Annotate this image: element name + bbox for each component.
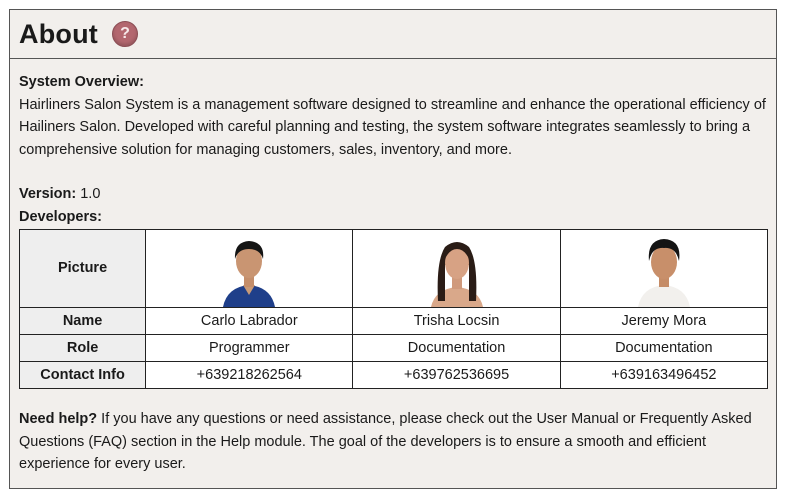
developer-contact: +639218262564 (145, 361, 354, 389)
developer-role: Documentation (559, 334, 769, 362)
picture-row-label: Picture (18, 229, 147, 308)
developer-contact: +639163496452 (559, 361, 769, 389)
contact-row-label: Contact Info (18, 361, 147, 389)
developer-name: Jeremy Mora (559, 307, 769, 335)
developers-table: Picture Name Carlo Labrador Trisha Locsi… (18, 229, 769, 389)
developer-name: Trisha Locsin (352, 307, 561, 335)
developers-label: Developers: (19, 208, 103, 225)
version-line: Version: 1.0 (19, 183, 767, 206)
table-row: Contact Info +639218262564 +639762536695… (18, 361, 769, 389)
need-help-text: Need help? If you have any questions or … (19, 408, 767, 476)
developer-photo (352, 229, 561, 308)
person-photo-carlo (223, 240, 276, 307)
table-row: Picture (18, 229, 769, 308)
page-title: About (19, 18, 98, 49)
developer-name: Carlo Labrador (145, 307, 354, 335)
person-photo-jeremy (637, 238, 690, 307)
developer-role: Programmer (145, 334, 354, 362)
about-content: System Overview: Hairliners Salon System… (10, 59, 776, 476)
table-row: Role Programmer Documentation Documentat… (18, 334, 769, 362)
about-panel: About ? System Overview: Hairliners Salo… (9, 9, 777, 489)
overview-text: Hairliners Salon System is a management … (19, 96, 766, 158)
overview-label: System Overview: (19, 74, 144, 90)
question-mark-icon[interactable]: ? (111, 21, 138, 47)
role-row-label: Role (18, 334, 147, 362)
about-header: About ? (10, 10, 776, 59)
developer-photo (559, 229, 769, 308)
need-help-body: If you have any questions or need assist… (19, 411, 752, 472)
developer-photo (145, 229, 354, 308)
version-value: 1.0 (76, 186, 101, 202)
person-photo-trisha (430, 241, 483, 307)
need-help-label: Need help? (19, 411, 98, 427)
developer-contact: +639762536695 (352, 361, 561, 389)
name-row-label: Name (18, 307, 147, 335)
table-row: Name Carlo Labrador Trisha Locsin Jeremy… (18, 307, 769, 335)
version-label: Version: (19, 186, 77, 202)
developer-role: Documentation (352, 334, 561, 362)
